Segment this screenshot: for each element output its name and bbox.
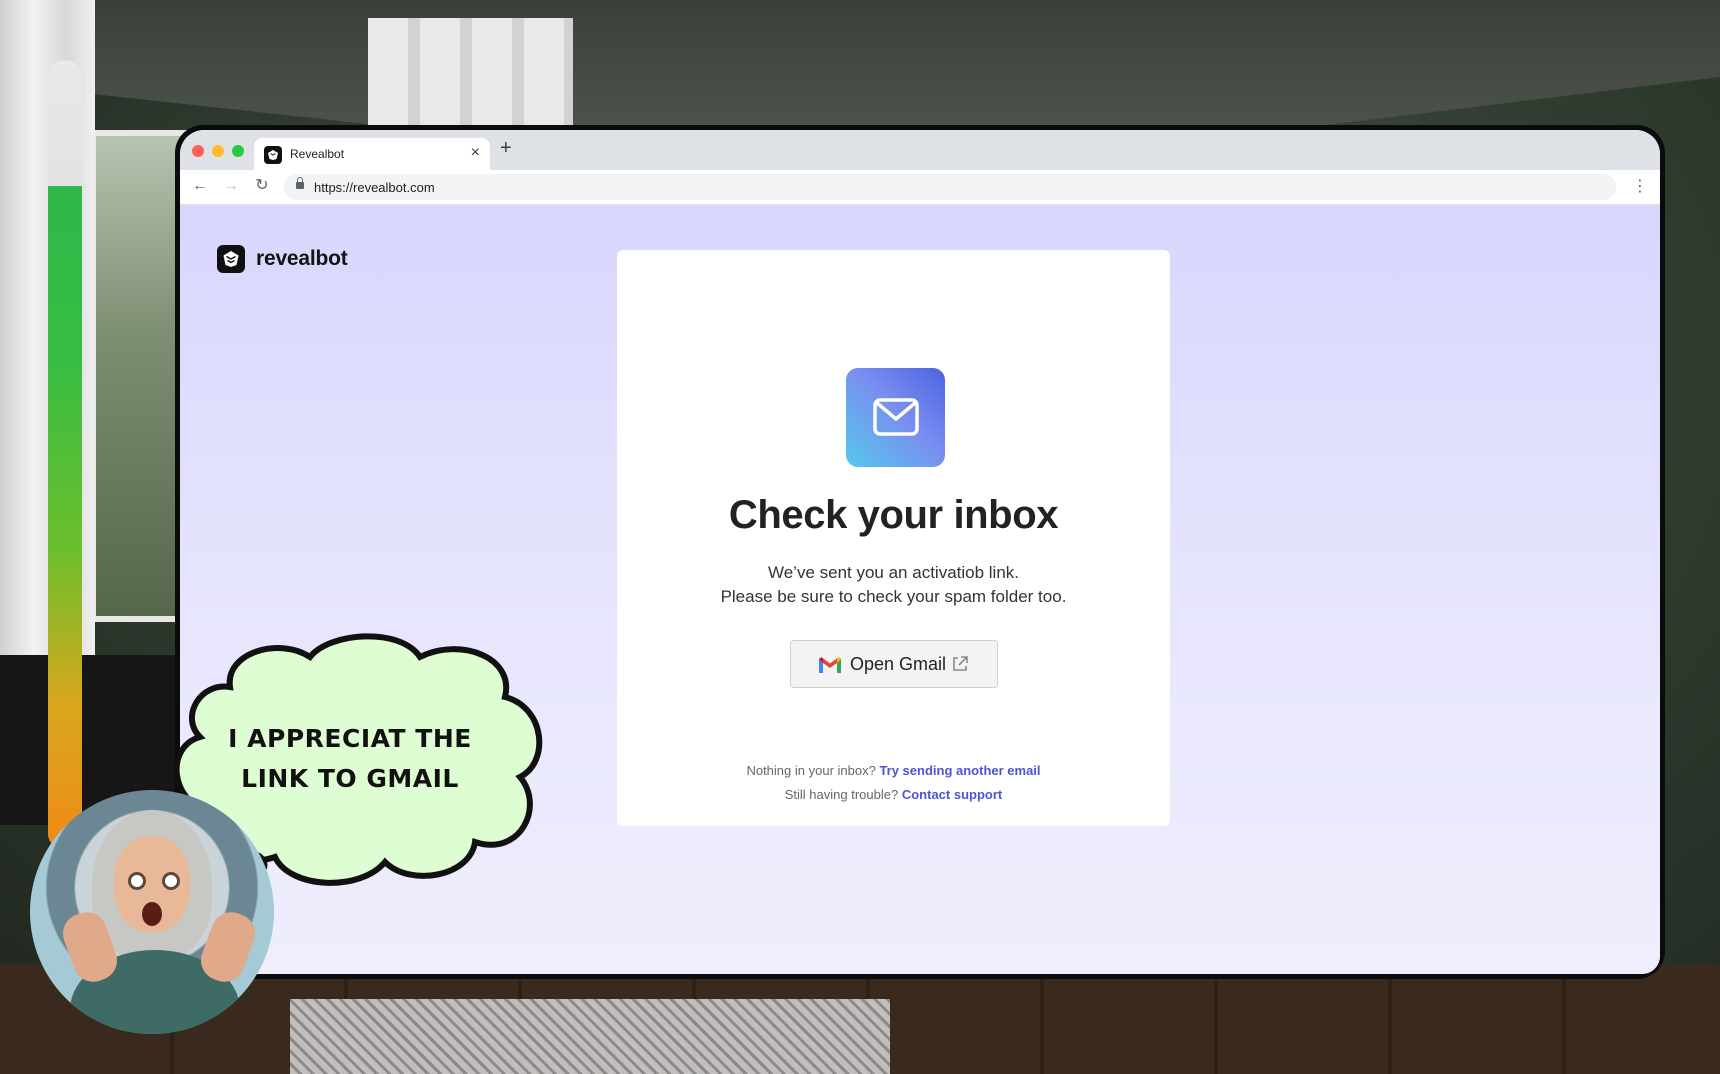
envelope-icon [846,368,945,467]
reviewer-avatar [30,790,274,1034]
avatar-eye-left [128,872,146,890]
resend-row: Nothing in your inbox? Try sending anoth… [617,763,1170,778]
resend-email-link[interactable]: Try sending another email [879,763,1040,778]
resend-prompt: Nothing in your inbox? [746,763,876,778]
minimize-window-button[interactable] [212,145,224,157]
tab-revealbot[interactable]: Revealbot × [254,138,490,170]
tab-bar: Revealbot × + [180,130,1660,170]
gmail-icon [819,657,841,673]
sent-message: We’ve sent you an activatiob link. [767,563,1020,582]
maximize-window-button[interactable] [232,145,244,157]
tab-title: Revealbot [290,147,345,161]
support-row: Still having trouble? Contact support [617,787,1170,802]
page-title: Check your inbox [728,493,1059,537]
close-window-button[interactable] [192,145,204,157]
address-bar[interactable]: https://revealbot.com [284,174,1616,200]
forward-arrow-icon[interactable]: → [221,176,241,196]
external-link-icon [953,656,968,671]
brand-name: revealbot [256,247,348,270]
back-arrow-icon[interactable]: ← [190,176,210,196]
support-prompt: Still having trouble? [784,787,899,802]
browser-toolbar: ← → ↻ https://revealbot.com ⋮ [180,170,1660,205]
thought-text: I appreciat the link to gmail [228,724,472,793]
open-gmail-label: Open Gmail [850,654,947,674]
browser-menu-icon[interactable]: ⋮ [1632,176,1648,196]
new-tab-icon[interactable]: + [500,137,512,160]
close-tab-icon[interactable]: × [471,144,480,162]
reload-icon[interactable]: ↻ [252,176,272,196]
curtain-top [368,18,573,128]
rating-meter-fill [48,186,82,850]
rug [290,999,890,1074]
contact-support-link[interactable]: Contact support [902,787,1002,802]
url-text: https://revealbot.com [314,180,435,195]
avatar-mouth [142,902,162,926]
open-gmail-button[interactable]: Open Gmail [790,640,998,688]
spam-hint: Please be sure to check your spam folder… [720,587,1067,606]
confirmation-card: Check your inbox We’ve sent you an activ… [617,250,1170,826]
revealbot-logo-icon [217,245,245,273]
rating-meter [48,60,82,850]
avatar-eye-right [162,872,180,890]
revealbot-logo-icon [264,146,282,164]
lock-icon [296,177,304,189]
